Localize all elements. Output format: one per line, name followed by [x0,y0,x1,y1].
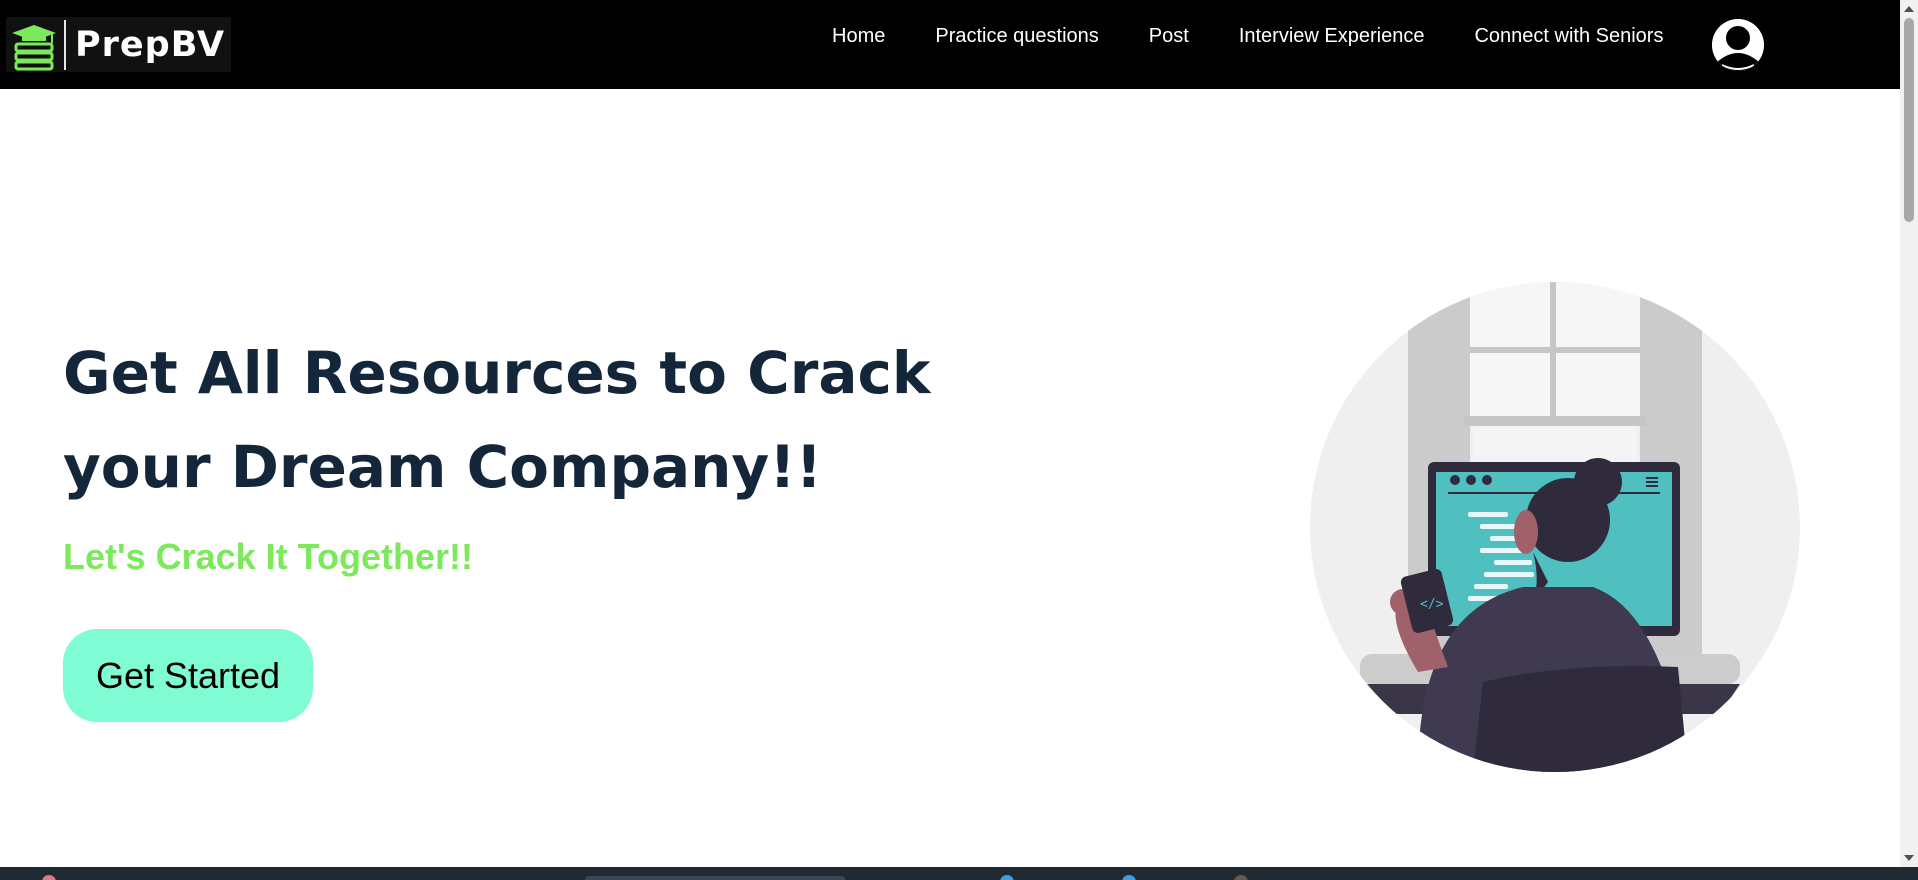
vertical-scrollbar[interactable] [1900,0,1918,867]
user-avatar-icon [1712,19,1764,71]
nav-links: Home Practice questions Post Interview E… [832,0,1713,72]
profile-avatar-button[interactable] [1712,19,1764,71]
logo-divider [64,19,66,70]
os-taskbar [0,867,1918,880]
nav-post[interactable]: Post [1149,25,1189,48]
scroll-down-arrow-icon[interactable] [1904,855,1914,861]
scroll-up-arrow-icon[interactable] [1904,6,1914,12]
taskbar-app-icon[interactable] [42,875,56,880]
page: PrepBV Home Practice questions Post Inte… [0,0,1918,880]
taskbar-search-box[interactable] [585,876,845,880]
hero-title: Get All Resources to Crack your Dream Co… [63,339,931,501]
taskbar-app-icon[interactable] [1000,875,1014,880]
nav-connect-with-seniors[interactable]: Connect with Seniors [1474,25,1663,48]
svg-text:</>: </> [1420,597,1444,612]
brand-logo[interactable]: PrepBV [6,17,231,72]
scroll-thumb[interactable] [1904,18,1914,222]
taskbar-app-icon[interactable] [1234,875,1248,880]
nav-practice-questions[interactable]: Practice questions [935,25,1098,48]
graduation-books-icon [12,24,56,70]
navbar: PrepBV Home Practice questions Post Inte… [0,0,1900,89]
hero-subtitle: Let's Crack It Together!! [63,536,473,577]
developer-at-computer-illustration: </> [1310,282,1800,772]
nav-home[interactable]: Home [832,25,885,48]
nav-interview-experience[interactable]: Interview Experience [1239,25,1425,48]
brand-name: PrepBV [75,24,226,65]
get-started-button[interactable]: Get Started [63,629,313,722]
taskbar-app-icon[interactable] [1122,875,1136,880]
